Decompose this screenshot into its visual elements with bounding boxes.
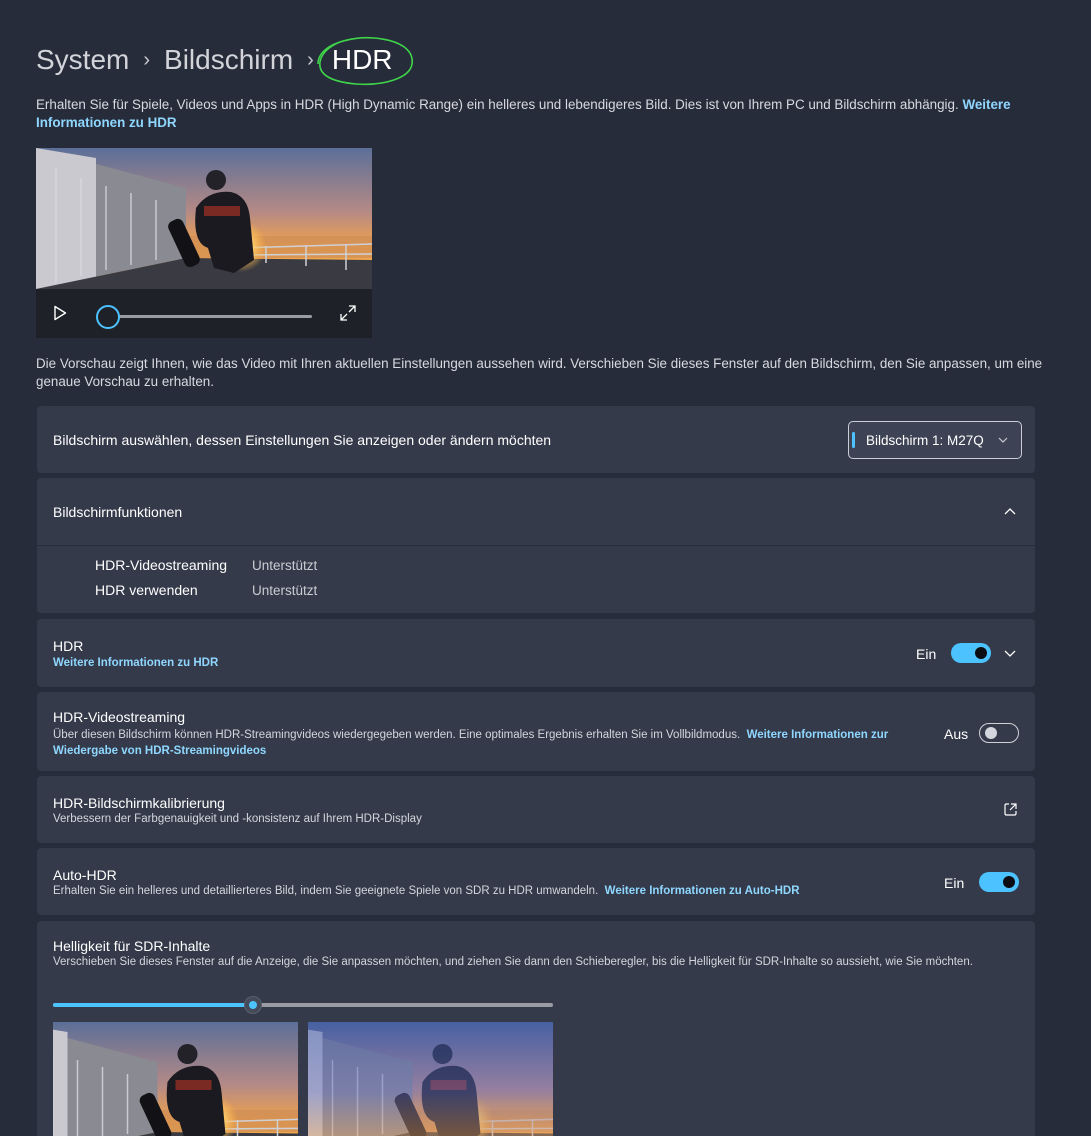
hdr-preview-image [308,1022,553,1136]
external-link-icon[interactable] [1003,802,1018,817]
video-controls [36,289,372,338]
sdr-brightness-title: Helligkeit für SDR-Inhalte [53,938,211,954]
intro-text: Erhalten Sie für Spiele, Videos und Apps… [36,96,1046,132]
hdr-streaming-state-label: Aus [944,726,969,742]
page-title-text: HDR [331,44,393,75]
capability-value: Unterstützt [252,558,318,573]
page-title: HDR [317,36,413,86]
sdr-slider-thumb-dot [249,1001,257,1009]
auto-hdr-state-label: Ein [944,875,965,891]
sdr-slider-thumb[interactable] [244,996,262,1014]
chevron-up-icon[interactable] [1004,508,1016,515]
sdr-brightness-desc: Verschieben Sie dieses Fenster auf die A… [53,956,973,968]
capability-name: HDR verwenden [95,582,198,598]
sdr-brightness-slider[interactable] [53,1003,553,1007]
auto-hdr-desc-text: Erhalten Sie ein helleres und detaillier… [53,885,599,897]
auto-hdr-desc: Erhalten Sie ein helleres und detaillier… [53,885,800,897]
divider [37,545,1035,546]
toggle-knob [975,647,987,659]
capability-name: HDR-Videostreaming [95,557,228,573]
sdr-preview-image [53,1022,298,1136]
capabilities-title: Bildschirmfunktionen [53,504,183,520]
auto-hdr-link[interactable]: Weitere Informationen zu Auto-HDR [605,885,800,897]
breadcrumb-bildschirm[interactable]: Bildschirm [164,44,293,76]
hdr-toggle[interactable] [951,643,991,663]
chevron-down-icon[interactable] [1004,650,1016,657]
video-progress-thumb[interactable] [96,305,120,329]
play-icon[interactable] [53,305,67,321]
display-dropdown[interactable]: Bildschirm 1: M27Q [848,421,1022,459]
dropdown-accent [852,432,855,448]
hdr-calibration-title: HDR-Bildschirmkalibrierung [53,795,225,811]
toggle-knob [1003,876,1015,888]
hdr-video-preview [36,148,372,338]
breadcrumb-separator-icon: › [143,48,151,71]
hdr-title: HDR [53,638,84,654]
sdr-slider-fill [53,1003,253,1007]
intro-description: Erhalten Sie für Spiele, Videos und Apps… [36,97,959,112]
hdr-card: HDR Weitere Informationen zu HDR Ein [37,619,1035,687]
hdr-streaming-title: HDR-Videostreaming [53,709,186,725]
preview-description: Die Vorschau zeigt Ihnen, wie das Video … [36,356,1043,389]
sdr-brightness-card: Helligkeit für SDR-Inhalte Verschieben S… [37,921,1035,1136]
chevron-down-icon [998,437,1008,443]
capabilities-card: Bildschirmfunktionen HDR-Videostreaming … [37,478,1035,613]
breadcrumb: System › Bildschirm › HDR [36,36,413,86]
hdr-streaming-toggle[interactable] [979,723,1019,743]
hdr-calibration-desc: Verbessern der Farbgenauigkeit und -kons… [53,813,422,825]
display-dropdown-value: Bildschirm 1: M27Q [866,432,984,448]
breadcrumb-system[interactable]: System [36,44,129,76]
auto-hdr-card: Auto-HDR Erhalten Sie ein helleres und d… [37,848,1035,915]
hdr-streaming-desc-text: Über diesen Bildschirm können HDR-Stream… [53,729,741,741]
capabilities-header[interactable]: Bildschirmfunktionen [37,478,1035,545]
breadcrumb-separator-icon: › [307,48,314,71]
auto-hdr-toggle[interactable] [979,872,1019,892]
display-select-label: Bildschirm auswählen, dessen Einstellung… [53,432,552,448]
video-thumbnail [36,148,372,289]
video-progress-track[interactable] [108,315,312,318]
hdr-state-label: Ein [916,646,937,662]
toggle-knob [985,727,997,739]
hdr-streaming-card: HDR-Videostreaming Über diesen Bildschir… [37,692,1035,771]
fullscreen-icon[interactable] [339,304,357,322]
hdr-calibration-card[interactable]: HDR-Bildschirmkalibrierung Verbessern de… [37,776,1035,843]
hdr-streaming-desc: Über diesen Bildschirm können HDR-Stream… [53,727,923,759]
auto-hdr-title: Auto-HDR [53,867,117,883]
hdr-info-link[interactable]: Weitere Informationen zu HDR [53,657,218,669]
capability-value: Unterstützt [252,583,318,598]
